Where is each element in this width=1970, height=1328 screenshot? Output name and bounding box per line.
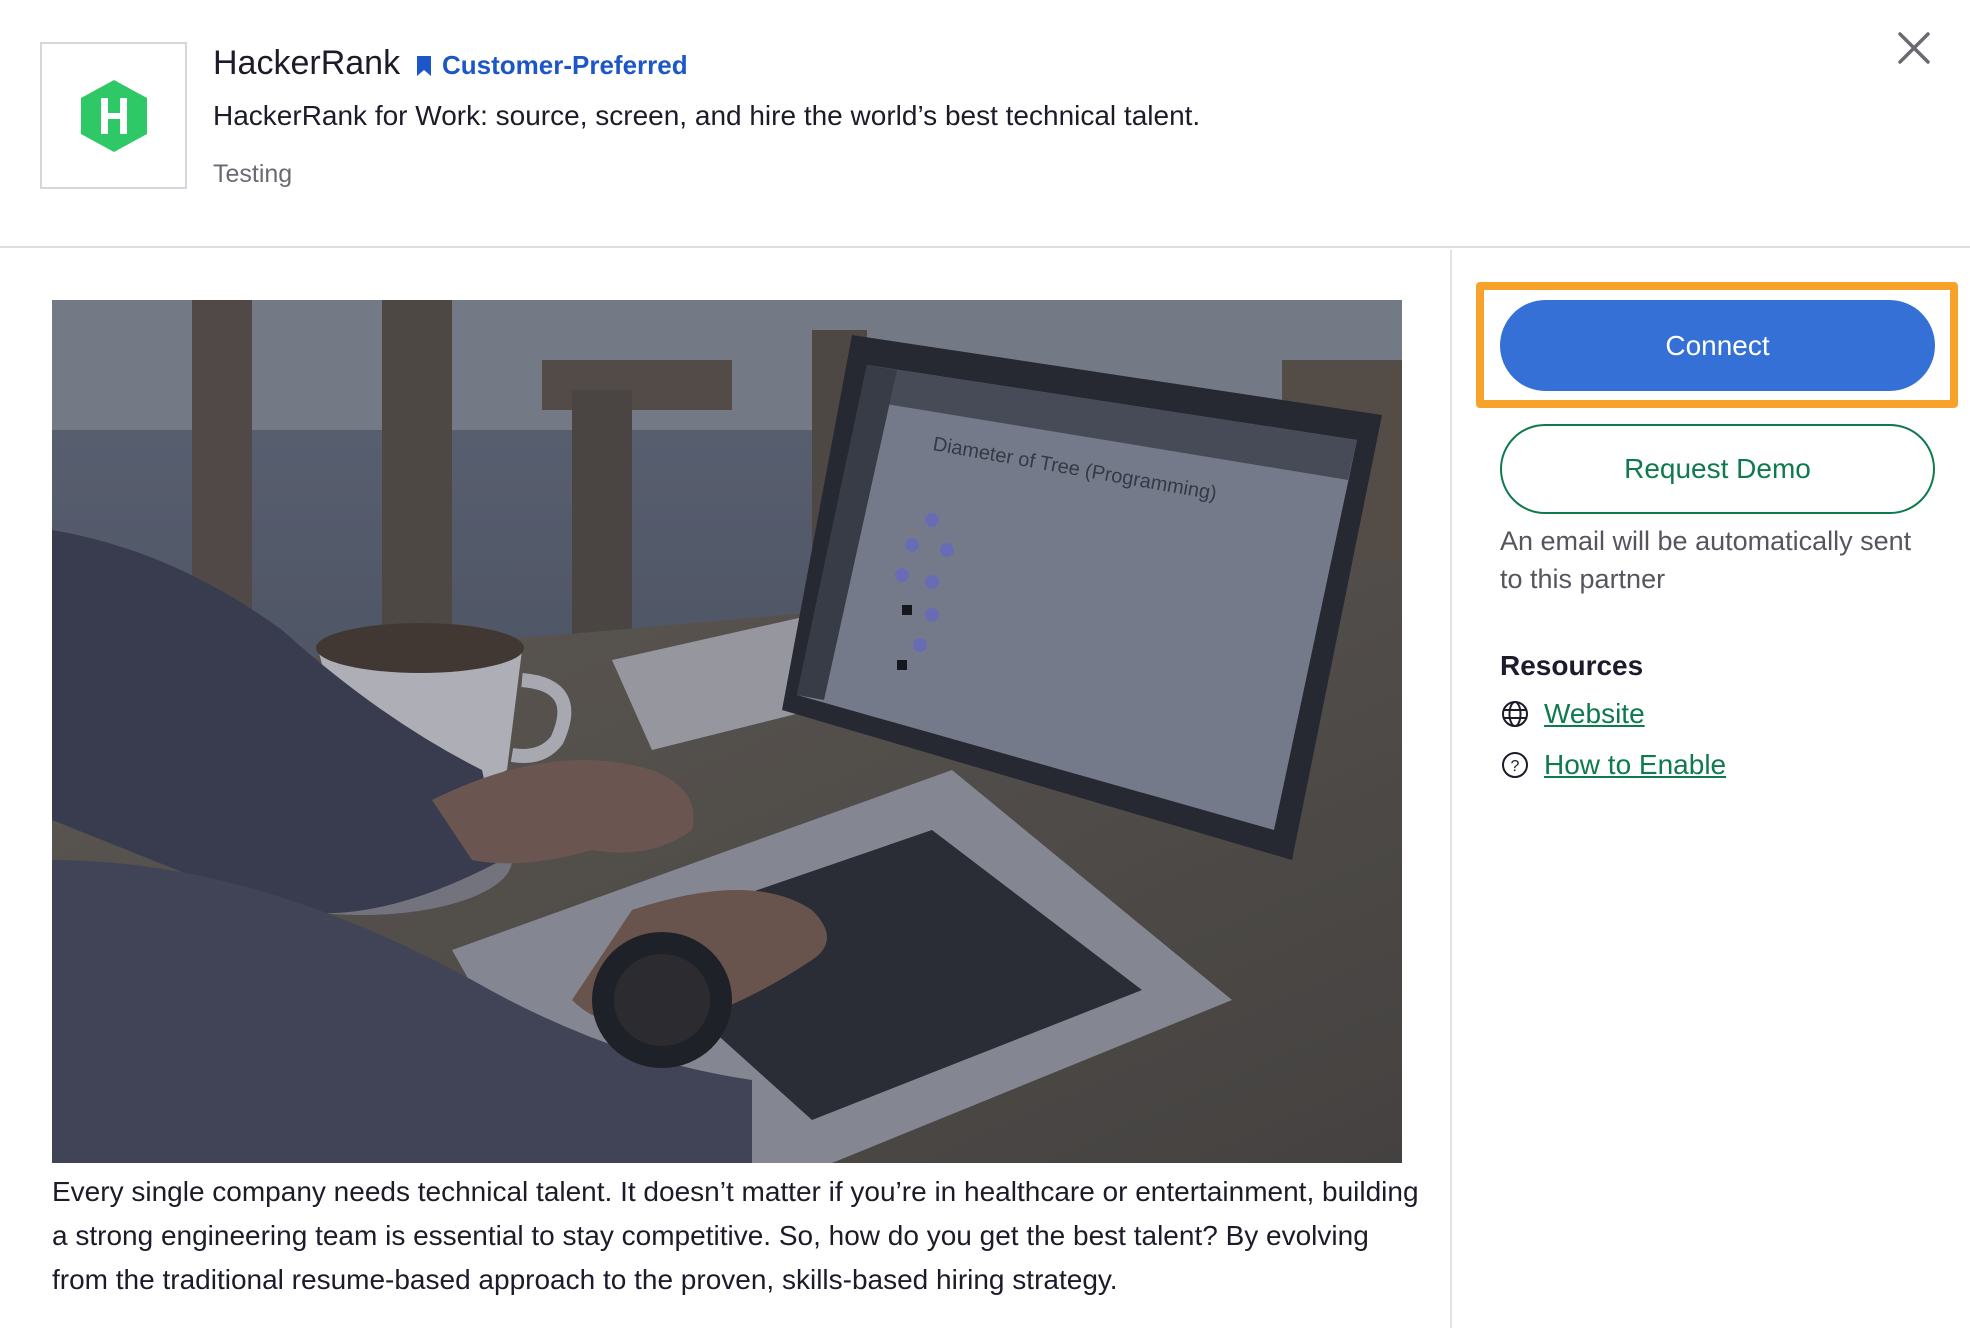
globe-icon <box>1502 701 1528 727</box>
bookmark-icon <box>417 55 431 76</box>
request-demo-note: An email will be automatically sent to t… <box>1500 526 1912 594</box>
how-to-enable-link[interactable]: How to Enable <box>1544 749 1726 781</box>
app-logo <box>40 42 187 189</box>
customer-preferred-badge: Customer-Preferred <box>416 50 688 81</box>
svg-text:?: ? <box>1511 758 1520 775</box>
app-tagline: HackerRank for Work: source, screen, and… <box>213 100 1201 131</box>
help-circle-icon: ? <box>1502 752 1528 778</box>
app-category: Testing <box>213 160 293 188</box>
hero-illustration: Diameter of Tree (Programming) <box>52 300 1402 1163</box>
app-detail-modal: HackerRank Customer-Preferred HackerRank… <box>0 0 1970 1328</box>
resource-link-how-to-enable[interactable]: ? How to Enable <box>1500 749 1726 781</box>
app-header: HackerRank Customer-Preferred HackerRank… <box>0 0 1970 248</box>
close-button[interactable] <box>1894 28 1934 68</box>
website-link[interactable]: Website <box>1544 698 1645 730</box>
request-demo-button[interactable]: Request Demo <box>1500 424 1935 514</box>
hackerrank-logo-icon <box>80 79 147 152</box>
badge-label: Customer-Preferred <box>442 50 688 80</box>
app-description: Every single company needs technical tal… <box>52 1176 1419 1295</box>
connect-button[interactable]: Connect <box>1500 300 1935 391</box>
hero-image: Diameter of Tree (Programming) <box>52 300 1402 1163</box>
close-icon <box>1898 32 1930 64</box>
resources-heading: Resources <box>1500 650 1644 681</box>
app-name: HackerRank <box>213 44 401 82</box>
resource-link-website[interactable]: Website <box>1500 698 1645 730</box>
action-sidebar: Connect Request Demo An email will be au… <box>1452 250 1970 1328</box>
main-content: Diameter of Tree (Programming) Every sin… <box>0 250 1450 1328</box>
